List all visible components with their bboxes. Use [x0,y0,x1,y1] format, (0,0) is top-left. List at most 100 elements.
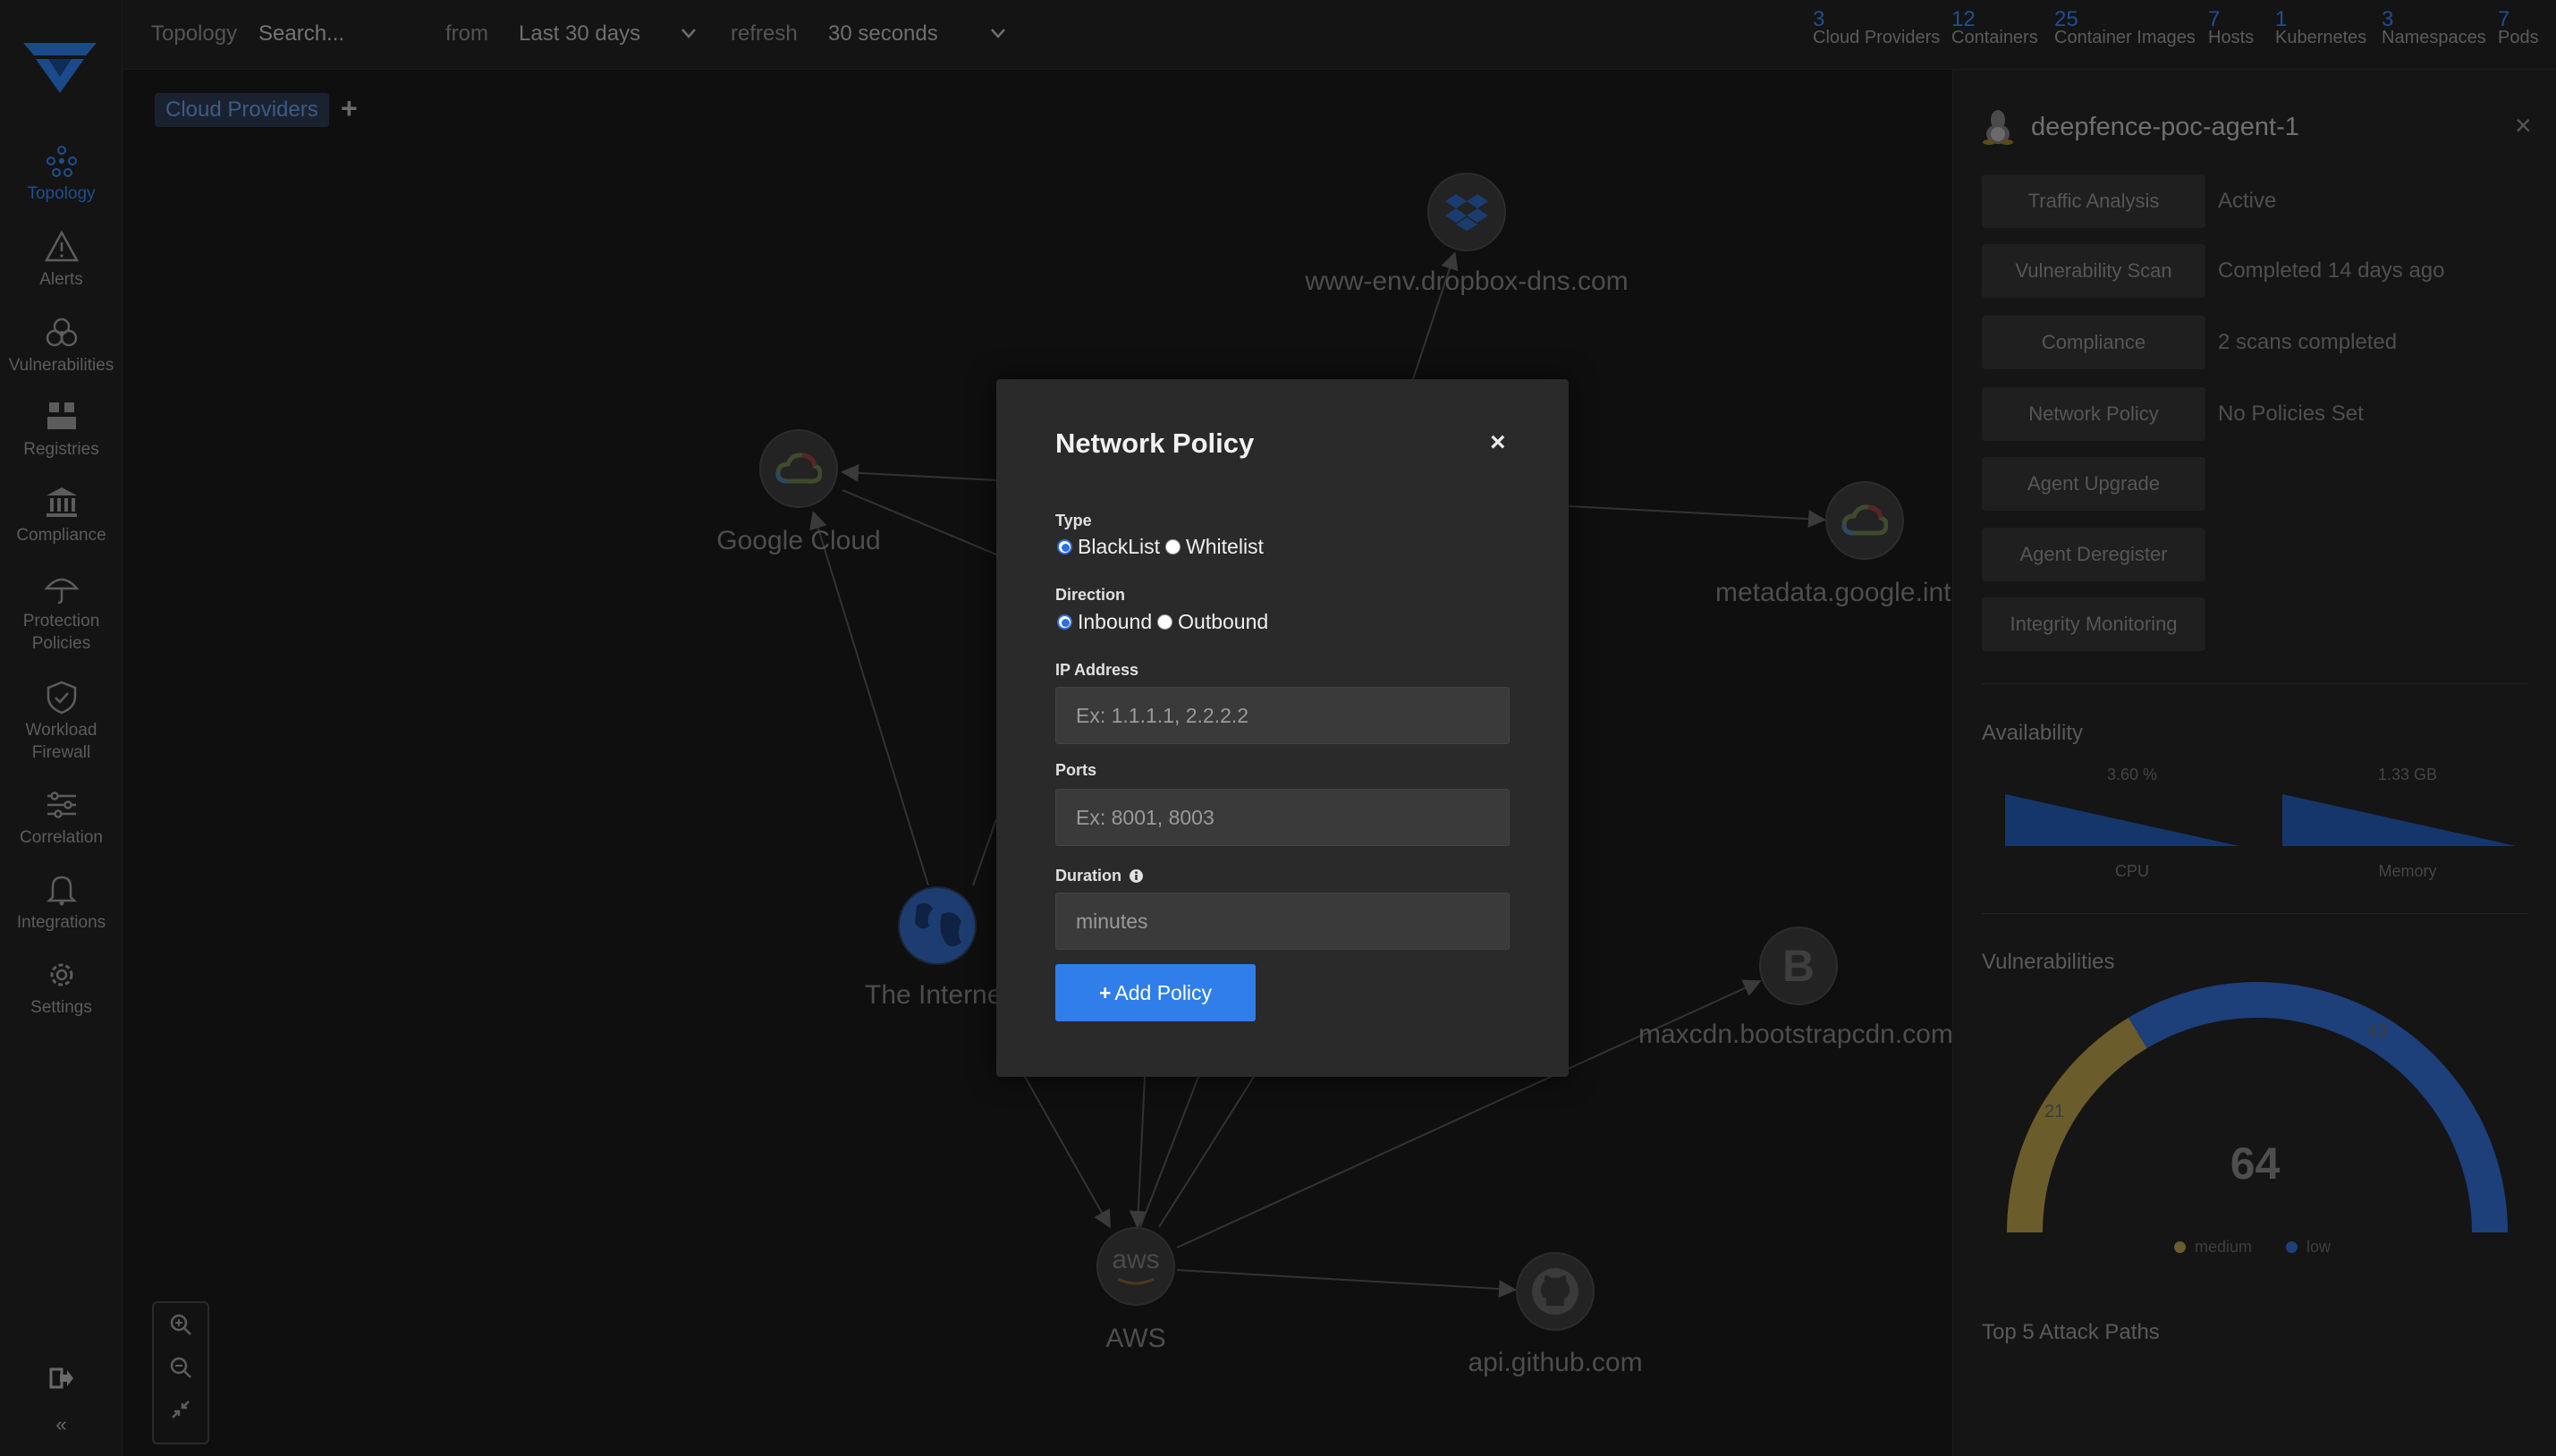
panel-close-button[interactable]: × [2515,109,2532,142]
zoom-controls [152,1301,209,1444]
ports-input[interactable] [1055,789,1510,846]
ports-label: Ports [1055,761,1097,779]
vulnerability-scan-status: Completed 14 days ago [2218,258,2445,283]
node-github[interactable] [1516,1252,1595,1331]
radio-inbound[interactable] [1057,614,1072,630]
network-policy-button[interactable]: Network Policy [1982,387,2205,441]
duration-label-row: Duration [1055,867,1144,885]
divider [1982,683,2528,684]
radio-outbound[interactable] [1157,614,1173,630]
traffic-analysis-status: Active [2218,189,2277,213]
node-internet[interactable] [898,886,977,965]
gauge-segment-medium [2007,1017,2147,1233]
count-value: 1 [2275,7,2288,31]
integrity-monitoring-button[interactable]: Integrity Monitoring [1982,597,2205,651]
google-cloud-icon [775,453,822,484]
count-label: Namespaces [2382,28,2486,47]
compress-icon [172,1401,190,1418]
zoom-out-button[interactable] [154,1346,207,1389]
edge [1568,505,1826,529]
edge [1158,1076,1255,1228]
count-value: 12 [1951,7,1976,31]
aws-icon: aws [1112,1246,1160,1286]
count-value: 3 [2382,7,2394,31]
type-label: Type [1055,512,1092,529]
count-namespaces[interactable]: 3 Namespaces [2382,7,2486,47]
modal-close-button[interactable]: × [1490,427,1506,458]
radio-whitelist-label[interactable]: Whitelist [1186,535,1264,559]
count-label: Kubernetes [2275,28,2367,47]
linux-icon [1983,110,2013,145]
node-dropbox[interactable] [1427,173,1506,251]
fit-to-screen-button[interactable] [154,1389,207,1432]
memory-label: Memory [2378,862,2437,880]
node-google-cloud[interactable] [759,429,838,508]
bootstrap-icon: B [1782,941,1815,991]
vulnerabilities-title: Vulnerabilities [1982,950,2115,974]
node-label: The Interne [865,980,999,1010]
edge [972,818,997,886]
cpu-label: CPU [2114,862,2149,880]
radio-blacklist-label[interactable]: BlackList [1078,535,1160,559]
medium-count-label: 21 [2044,1102,2065,1122]
zoom-in-button[interactable] [154,1303,207,1346]
edge [1024,1076,1111,1229]
low-count-label: 43 [2367,1021,2388,1041]
edge [1129,1076,1147,1229]
count-hosts[interactable]: 7 Hosts [2208,9,2255,47]
node-label: api.github.com [1468,1348,1643,1377]
gauge-segment-low [2129,982,2508,1233]
panel-title: deepfence-poc-agent-1 [2031,113,2299,141]
node-label: AWS [1105,1324,1166,1353]
radio-whitelist[interactable] [1165,539,1181,554]
ip-address-label: IP Address [1055,661,1139,679]
panel-header: deepfence-poc-agent-1 × [1953,86,2556,165]
traffic-analysis-button[interactable]: Traffic Analysis [1982,174,2205,228]
count-kubernetes[interactable]: 1 Kubernetes [2275,7,2367,47]
google-cloud-icon [1841,504,1888,536]
agent-deregister-button[interactable]: Agent Deregister [1982,528,2205,581]
vulnerability-gauge [2007,982,2508,1233]
info-icon[interactable] [1129,868,1144,884]
legend-dot-medium [2174,1241,2186,1253]
node-metadata-google[interactable] [1825,481,1904,560]
count-label: Hosts [2208,28,2255,47]
compliance-button[interactable]: Compliance [1982,316,2205,369]
direction-label: Direction [1055,586,1126,604]
direction-radio-group: Inbound Outbound [1055,610,1268,634]
count-label: Container Images [2054,28,2196,47]
radio-outbound-label[interactable]: Outbound [1178,610,1268,634]
node-bootstrapcdn[interactable]: B [1759,927,1838,1005]
count-pods[interactable]: 7 Pods [2498,7,2539,47]
count-containers[interactable]: 12 Containers [1951,7,2038,47]
node-detail-panel: deepfence-poc-agent-1 × Traffic Analysis… [1952,70,2556,1456]
duration-input[interactable] [1055,893,1510,950]
dropbox-icon [1445,194,1488,231]
node-label: metadata.google.int [1715,578,1951,607]
radio-inbound-label[interactable]: Inbound [1078,610,1152,634]
vulnerability-total: 64 [2230,1139,2281,1189]
topology-edges [809,251,1826,1299]
count-container-images[interactable]: 25 Container Images [2054,9,2196,47]
edge [841,463,997,482]
count-value: 7 [2498,7,2510,31]
vulnerability-scan-button[interactable]: Vulnerability Scan [1982,244,2205,298]
app-root: Topology Alerts Vulnerabilities Registri… [0,0,2556,1456]
add-policy-label: Add Policy [1114,980,1213,1004]
node-label: Google Cloud [716,526,881,555]
edge [1176,1269,1517,1299]
ip-address-input[interactable] [1055,687,1510,744]
cpu-sparkline [2005,794,2239,846]
network-policy-status: No Policies Set [2218,402,2364,426]
plus-icon: + [1098,980,1112,1004]
count-label: Containers [1951,28,2038,47]
radio-blacklist[interactable] [1057,539,1072,554]
modal-title: Network Policy [1055,427,1255,459]
agent-upgrade-button[interactable]: Agent Upgrade [1982,457,2205,511]
node-aws[interactable]: aws [1096,1227,1175,1306]
edge [1139,1076,1199,1228]
type-radio-group: BlackList Whitelist [1055,535,1264,559]
network-policy-modal: Network Policy × Type BlackList Whitelis… [996,379,1569,1077]
node-label: maxcdn.bootstrapcdn.com [1638,1020,1952,1049]
add-policy-button[interactable]: + Add Policy [1055,964,1256,1021]
